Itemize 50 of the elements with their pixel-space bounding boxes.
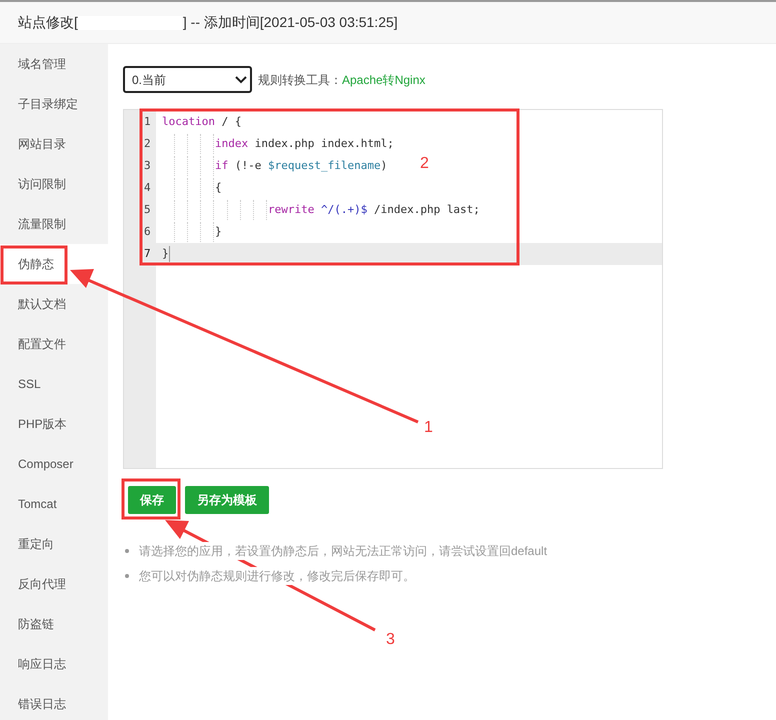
sidebar-item[interactable]: 响应日志 — [0, 644, 108, 684]
annotation-number: 3 — [386, 630, 395, 650]
code-token: ^/(.+)$ — [320, 202, 368, 218]
converter-label: 规则转换工具： — [258, 72, 342, 88]
annotation-number: 2 — [420, 154, 429, 174]
annotation-number: 1 — [424, 418, 433, 438]
code-token: $request_filename — [268, 158, 381, 174]
chevron-down-icon — [235, 76, 247, 84]
sidebar-item[interactable]: 访问限制 — [0, 164, 108, 204]
code-token: { — [215, 180, 222, 196]
sidebar-item[interactable]: 流量限制 — [0, 204, 108, 244]
code-token: if — [215, 158, 228, 174]
sidebar-item[interactable]: 子目录绑定 — [0, 84, 108, 124]
version-select[interactable]: 0.当前 — [123, 66, 252, 93]
code-token: (!-e — [234, 158, 262, 174]
text-cursor — [168, 246, 170, 262]
code-token: index.php index.html; — [254, 136, 394, 152]
line-number: 4 — [143, 180, 152, 196]
sidebar-item[interactable]: SSL — [0, 364, 108, 404]
sidebar-item[interactable]: Tomcat — [0, 484, 108, 524]
sidebar-item[interactable]: 重定向 — [0, 524, 108, 564]
sidebar-item[interactable]: 配置文件 — [0, 324, 108, 364]
code-token: index — [215, 136, 248, 152]
code-token: } — [162, 246, 169, 262]
code-token: rewrite — [268, 202, 316, 218]
sidebar-item[interactable]: 网站目录 — [0, 124, 108, 164]
line-number: 1 — [143, 114, 152, 130]
bullet-icon — [125, 574, 129, 578]
sidebar-item[interactable]: PHP版本 — [0, 404, 108, 444]
code-token: /index.php last; — [372, 202, 480, 218]
sidebar-item[interactable]: 错误日志 — [0, 684, 108, 720]
line-number: 6 — [143, 224, 152, 240]
code-token: location — [162, 114, 215, 130]
highlight-frame — [122, 478, 180, 520]
line-number: 2 — [143, 136, 152, 152]
line-number: 5 — [143, 202, 152, 218]
sidebar-item[interactable]: 反向代理 — [0, 564, 108, 604]
code-token: / { — [220, 114, 242, 130]
highlight-frame — [0, 246, 68, 284]
sidebar-item[interactable]: 防盗链 — [0, 604, 108, 644]
code-token: } — [215, 224, 222, 240]
sidebar-item[interactable]: 域名管理 — [0, 44, 108, 84]
bullet-icon — [125, 549, 129, 553]
line-number: 3 — [143, 158, 152, 174]
sidebar-item[interactable]: 默认文档 — [0, 284, 108, 324]
sidebar-item[interactable]: Composer — [0, 444, 108, 484]
line-number: 7 — [143, 246, 152, 262]
window-title: 站点修改[ ] -- 添加时间[2021-05-03 03:51:25] — [18, 13, 398, 32]
note-text: 请选择您的应用，若设置伪静态后，网站无法正常访问，请尝试设置回default — [139, 542, 548, 560]
code-token: ) — [380, 158, 388, 174]
